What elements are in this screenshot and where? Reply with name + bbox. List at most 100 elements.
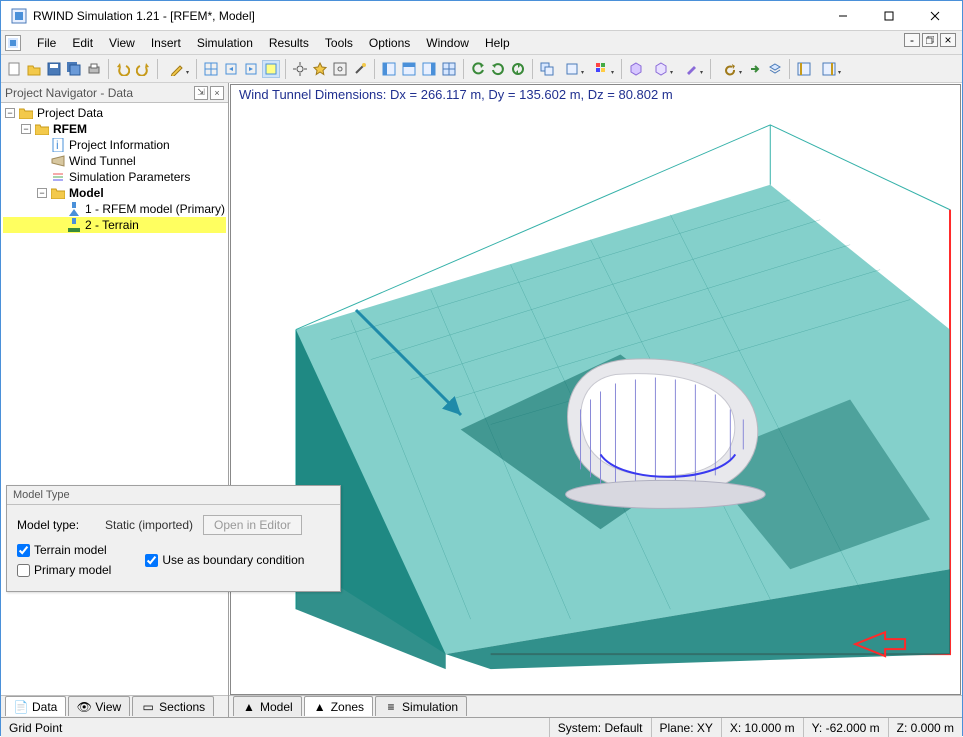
saveall-icon[interactable]: [65, 60, 83, 78]
tree-model[interactable]: − Model: [3, 185, 226, 201]
tab-view[interactable]: 👁View: [68, 696, 130, 716]
navigator-header: Project Navigator - Data ⇲ ×: [1, 83, 228, 103]
star-icon[interactable]: [311, 60, 329, 78]
menu-edit[interactable]: Edit: [64, 33, 101, 53]
cube-icon[interactable]: [627, 60, 645, 78]
tree-rfem-model[interactable]: 1 - RFEM model (Primary): [3, 201, 226, 217]
save-icon[interactable]: [45, 60, 63, 78]
mdi-close-button[interactable]: ×: [940, 33, 956, 47]
folder-icon: [19, 106, 33, 120]
color-drop-icon[interactable]: [588, 60, 616, 78]
grid-prev-icon[interactable]: [222, 60, 240, 78]
open-editor-button: Open in Editor: [203, 515, 302, 535]
menu-bar: File Edit View Insert Simulation Results…: [1, 31, 962, 55]
rollback-icon[interactable]: [716, 60, 744, 78]
tree[interactable]: − Project Data − RFEM i Project Informat…: [1, 103, 228, 695]
navigator-title: Project Navigator - Data: [5, 86, 133, 100]
print-icon[interactable]: [85, 60, 103, 78]
cube-drop-icon[interactable]: [647, 60, 675, 78]
app-icon: [11, 8, 27, 24]
wand-icon[interactable]: [351, 60, 369, 78]
scene-3d: [231, 85, 960, 694]
minimize-button[interactable]: [820, 1, 866, 31]
zones-icon: ▲: [313, 700, 327, 714]
panel2-icon[interactable]: [400, 60, 418, 78]
sections-icon: ▭: [141, 700, 155, 714]
menu-file[interactable]: File: [29, 33, 64, 53]
sliders-icon: [51, 170, 65, 184]
endcap2-icon[interactable]: [815, 60, 843, 78]
close-button[interactable]: [912, 1, 958, 31]
pin-icon[interactable]: ⇲: [194, 86, 208, 100]
primary-checkbox[interactable]: Primary model: [17, 563, 111, 577]
terrain-checkbox[interactable]: Terrain model: [17, 543, 111, 557]
window-title: RWIND Simulation 1.21 - [RFEM*, Model]: [33, 9, 820, 23]
layers-icon[interactable]: [766, 60, 784, 78]
menu-help[interactable]: Help: [477, 33, 518, 53]
vtab-simulation[interactable]: ≡Simulation: [375, 696, 467, 716]
tree-project-info[interactable]: i Project Information: [3, 137, 226, 153]
svg-text:i: i: [56, 138, 59, 152]
refresh-undo-icon[interactable]: [469, 60, 487, 78]
title-bar: RWIND Simulation 1.21 - [RFEM*, Model]: [1, 1, 962, 31]
overlay-dimensions: Wind Tunnel Dimensions: Dx = 266.117 m, …: [239, 87, 673, 102]
menu-view[interactable]: View: [101, 33, 143, 53]
menu-simulation[interactable]: Simulation: [189, 33, 261, 53]
menu-app-icon[interactable]: [5, 35, 21, 51]
tab-sections[interactable]: ▭Sections: [132, 696, 214, 716]
terrain-icon: [67, 218, 81, 232]
grid-blue-icon[interactable]: [202, 60, 220, 78]
model-icon: [67, 202, 81, 216]
model-type-label: Model type:: [17, 518, 95, 532]
menu-results[interactable]: Results: [261, 33, 317, 53]
viewport[interactable]: Wind Tunnel Dimensions: Dx = 266.117 m, …: [230, 84, 961, 695]
redo-icon[interactable]: [134, 60, 152, 78]
panel1-icon[interactable]: [380, 60, 398, 78]
refresh-icon[interactable]: [489, 60, 507, 78]
status-left: Grid Point: [1, 718, 549, 737]
tree-terrain[interactable]: 2 - Terrain: [3, 217, 226, 233]
project-navigator: Project Navigator - Data ⇲ × − Project D…: [1, 83, 229, 717]
panel3-icon[interactable]: [420, 60, 438, 78]
eye-icon: 👁: [77, 700, 91, 714]
tree-root[interactable]: − Project Data: [3, 105, 226, 121]
split4-icon[interactable]: [440, 60, 458, 78]
go-next-icon[interactable]: [746, 60, 764, 78]
panel-close-icon[interactable]: ×: [210, 86, 224, 100]
grid-sel-icon[interactable]: [262, 60, 280, 78]
mesh-gear-icon[interactable]: [331, 60, 349, 78]
copy-icon[interactable]: [538, 60, 556, 78]
pencil-icon[interactable]: [163, 60, 191, 78]
tree-wind-tunnel[interactable]: Wind Tunnel: [3, 153, 226, 169]
endcap1-icon[interactable]: [795, 60, 813, 78]
viewport-container: Wind Tunnel Dimensions: Dx = 266.117 m, …: [229, 83, 962, 717]
undo-icon[interactable]: [114, 60, 132, 78]
maximize-button[interactable]: [866, 1, 912, 31]
status-bar: Grid Point System: Default Plane: XY X: …: [1, 717, 962, 737]
open-icon[interactable]: [25, 60, 43, 78]
mdi-minimize-button[interactable]: -: [904, 33, 920, 47]
menu-tools[interactable]: Tools: [317, 33, 361, 53]
sim-icon: ≡: [384, 700, 398, 714]
mdi-restore-button[interactable]: [922, 33, 938, 47]
vtab-zones[interactable]: ▲Zones: [304, 696, 373, 716]
menu-insert[interactable]: Insert: [143, 33, 189, 53]
refresh-all-icon[interactable]: [509, 60, 527, 78]
grid-next-icon[interactable]: [242, 60, 260, 78]
sidebar-tabs: 📄Data 👁View ▭Sections: [1, 695, 228, 717]
model-type-value: Static (imported): [105, 518, 193, 532]
copy-drop-icon[interactable]: [558, 60, 586, 78]
gear-icon[interactable]: [291, 60, 309, 78]
menu-options[interactable]: Options: [361, 33, 418, 53]
status-plane: Plane: XY: [651, 718, 721, 737]
brush-drop-icon[interactable]: [677, 60, 705, 78]
tab-data[interactable]: 📄Data: [5, 696, 66, 716]
tree-rfem[interactable]: − RFEM: [3, 121, 226, 137]
tree-sim-params[interactable]: Simulation Parameters: [3, 169, 226, 185]
boundary-checkbox[interactable]: Use as boundary condition: [145, 543, 304, 577]
model-type-title: Model Type: [7, 486, 340, 505]
menu-window[interactable]: Window: [418, 33, 477, 53]
new-icon[interactable]: [5, 60, 23, 78]
info-icon: i: [51, 138, 65, 152]
vtab-model[interactable]: ▲Model: [233, 696, 302, 716]
